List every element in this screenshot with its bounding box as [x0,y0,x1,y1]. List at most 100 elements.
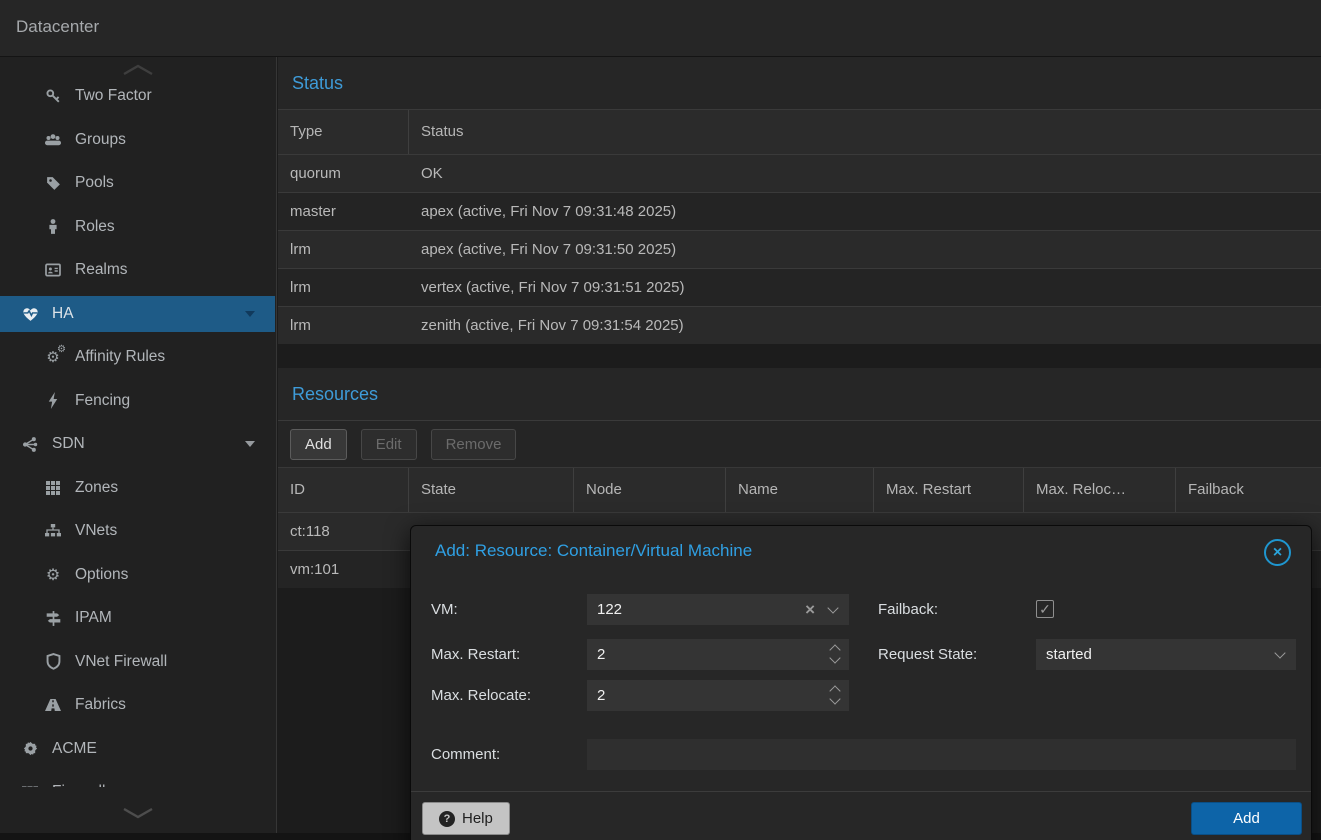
road-icon [43,697,63,713]
vm-label: VM: [431,594,458,625]
status-row-quorum[interactable]: quorum OK [278,155,1321,192]
max-restart-input[interactable] [587,639,849,670]
person-icon [43,218,63,235]
sidebar-item-acme[interactable]: ACME [0,731,275,767]
max-relocate-label: Max. Relocate: [431,680,531,711]
comment-input[interactable] [587,739,1296,770]
request-state-select[interactable]: started [1036,639,1296,670]
clear-icon[interactable]: × [805,599,815,620]
sidebar-item-label: Affinity Rules [75,348,165,366]
help-button[interactable]: ? Help [422,802,510,835]
cell-type: lrm [278,307,409,344]
sidebar-item-label: Zones [75,479,118,497]
sidebar-item-label: IPAM [75,609,112,627]
remove-button[interactable]: Remove [431,429,517,460]
vm-combobox[interactable]: × [587,594,849,625]
column-header-name[interactable]: Name [726,468,874,512]
sidebar-item-label: Pools [75,174,114,192]
topbar: Datacenter [0,0,1321,57]
shield-icon [43,653,63,670]
close-icon[interactable]: × [1264,539,1291,566]
column-header-status[interactable]: Status [409,110,1321,154]
sidebar-item-vnets[interactable]: VNets [0,513,275,549]
chevron-down-icon[interactable] [245,441,255,447]
dialog-add-button[interactable]: Add [1191,802,1302,835]
question-circle-icon: ? [439,811,455,827]
sidebar-item-sdn[interactable]: SDN [0,426,275,462]
sidebar-item-pools[interactable]: Pools [0,165,275,201]
sidebar-item-label: SDN [52,435,85,453]
grid-icon [43,480,63,496]
sidebar-item-vnet-firewall[interactable]: VNet Firewall [0,644,275,680]
sidebar-item-ha[interactable]: HA [0,296,275,332]
column-header-type[interactable]: Type [278,110,409,154]
gear-icon: ⚙ [43,565,63,585]
column-header-failback[interactable]: Failback [1176,468,1321,512]
max-relocate-input[interactable] [587,680,849,711]
sidebar-item-realms[interactable]: Realms [0,252,275,288]
edit-button[interactable]: Edit [361,429,417,460]
sidebar-item-groups[interactable]: Groups [0,122,275,158]
cell-type: quorum [278,155,409,192]
failback-checkbox[interactable]: ✓ [1036,600,1054,618]
resources-table-header: ID State Node Name Max. Restart Max. Rel… [278,468,1321,513]
status-row-lrm-apex[interactable]: lrm apex (active, Fri Nov 7 09:31:50 202… [278,230,1321,268]
firewall-icon [20,784,40,787]
max-restart-spinner[interactable] [587,639,849,670]
signposts-icon [43,610,63,627]
sitemap-icon [43,523,63,539]
cell-type: lrm [278,269,409,306]
dialog-title: Add: Resource: Container/Virtual Machine [435,541,752,561]
sidebar-item-label: Roles [75,218,115,236]
certificate-icon [20,740,40,757]
heartbeat-icon [20,305,40,322]
add-button[interactable]: Add [290,429,347,460]
status-row-lrm-vertex[interactable]: lrm vertex (active, Fri Nov 7 09:31:51 2… [278,268,1321,306]
dialog-titlebar[interactable]: Add: Resource: Container/Virtual Machine [411,526,1311,576]
comment-label: Comment: [431,739,500,770]
sidebar-nav: Two Factor Groups Pools Roles Realms HA [0,78,275,787]
cell-type: lrm [278,231,409,268]
sidebar-scroll-up[interactable] [0,63,276,77]
column-header-state[interactable]: State [409,468,574,512]
request-state-value: started [1036,639,1296,670]
sidebar-item-zones[interactable]: Zones [0,470,275,506]
status-table-header: Type Status [278,110,1321,155]
status-row-lrm-zenith[interactable]: lrm zenith (active, Fri Nov 7 09:31:54 2… [278,306,1321,344]
sidebar-item-label: ACME [52,740,97,758]
sidebar-item-roles[interactable]: Roles [0,209,275,245]
chevron-down-icon[interactable] [245,311,255,317]
column-header-node[interactable]: Node [574,468,726,512]
sidebar-item-label: Two Factor [75,87,152,105]
sidebar-item-fencing[interactable]: Fencing [0,383,275,419]
users-icon [43,132,63,148]
status-row-master[interactable]: master apex (active, Fri Nov 7 09:31:48 … [278,192,1321,230]
sidebar-item-label: Firewall [52,783,105,787]
sidebar-item-options[interactable]: ⚙ Options [0,557,275,593]
status-panel: Status Type Status quorum OK master apex… [278,57,1321,344]
proxmox-datacenter-screen: Datacenter Two Factor Groups Pools Roles [0,0,1321,840]
sidebar-item-affinity-rules[interactable]: ⚙⚙ Affinity Rules [0,339,275,375]
comment-fieldbox[interactable] [587,739,1296,770]
cell-status: vertex (active, Fri Nov 7 09:31:51 2025) [409,269,1321,306]
sidebar-scroll-down[interactable] [0,805,276,821]
sidebar: Two Factor Groups Pools Roles Realms HA [0,57,277,833]
max-relocate-spinner[interactable] [587,680,849,711]
sidebar-item-two-factor[interactable]: Two Factor [0,78,275,114]
network-nodes-icon [20,436,40,453]
cell-status: apex (active, Fri Nov 7 09:31:50 2025) [409,231,1321,268]
cell-status: OK [409,155,1321,192]
cell-type: master [278,193,409,230]
sidebar-item-ipam[interactable]: IPAM [0,600,275,636]
column-header-max-restart[interactable]: Max. Restart [874,468,1024,512]
column-header-max-relocate[interactable]: Max. Reloc… [1024,468,1176,512]
status-panel-title: Status [278,57,1321,110]
column-header-id[interactable]: ID [278,468,409,512]
cell-id: vm:101 [278,551,409,588]
sidebar-item-firewall[interactable]: Firewall [0,774,275,787]
failback-label: Failback: [878,594,938,625]
address-card-icon [43,262,63,278]
sidebar-item-label: Realms [75,261,128,279]
sidebar-item-fabrics[interactable]: Fabrics [0,687,275,723]
resources-panel-title: Resources [278,368,1321,421]
